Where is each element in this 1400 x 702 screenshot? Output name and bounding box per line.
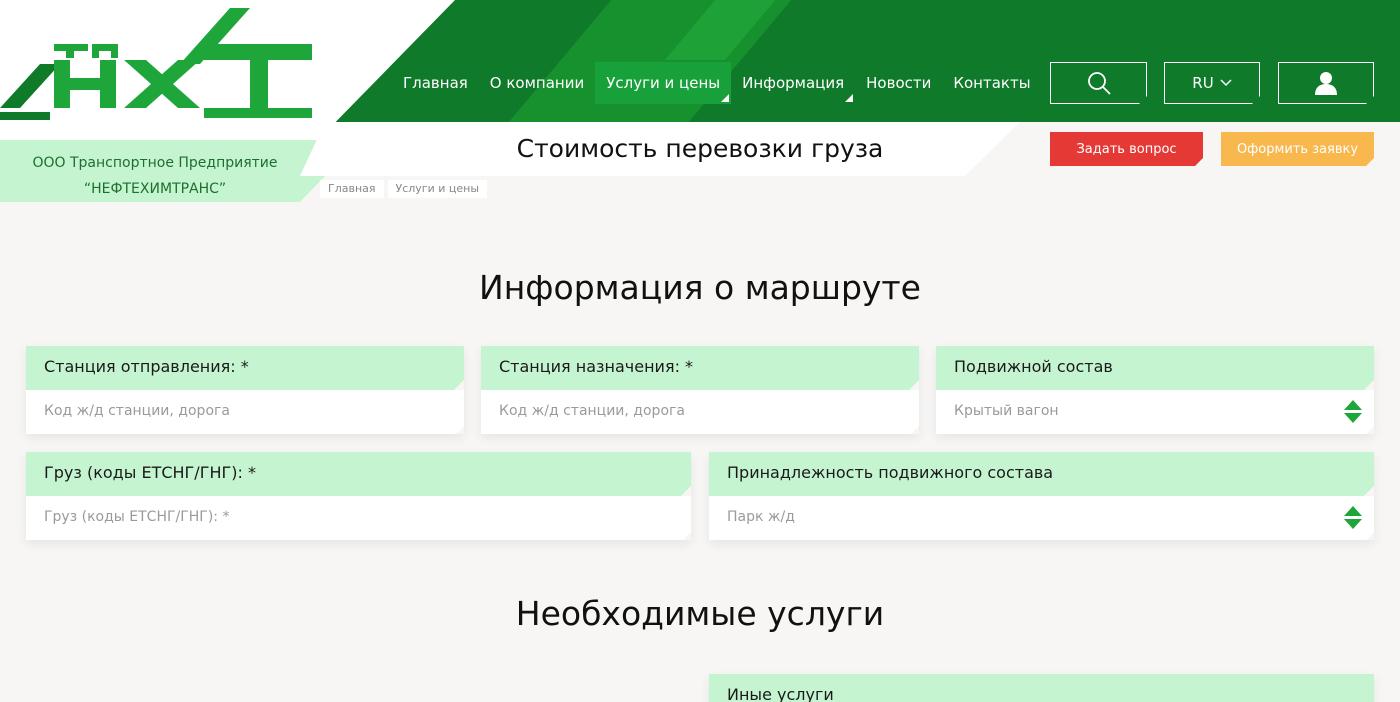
submit-request-button[interactable]: Оформить заявку (1221, 132, 1374, 166)
user-icon (1315, 71, 1337, 95)
field-label: Иные услуги (709, 674, 1374, 702)
chevron-down-icon (1220, 79, 1232, 87)
select-value: Парк ж/д (727, 509, 795, 525)
nav-label: Новости (866, 74, 932, 92)
destination-station-field: Станция назначения: * Код ж/д станции, д… (481, 346, 919, 434)
services-section-title: Необходимые услуги (515, 594, 885, 633)
company-logo[interactable] (0, 8, 320, 128)
field-label: Груз (коды ЕТСНГ/ГНГ): * (26, 452, 691, 496)
breadcrumb-item-services[interactable]: Услуги и цены (387, 180, 488, 198)
cargo-field: Груз (коды ЕТСНГ/ГНГ): * Груз (коды ЕТСН… (26, 452, 691, 540)
search-button[interactable] (1050, 62, 1147, 104)
breadcrumb: Главная Услуги и цены (320, 180, 491, 198)
select-arrows-icon (1344, 506, 1362, 530)
main-nav: Главная О компании Услуги и цены Информа… (392, 62, 1042, 104)
field-label: Станция отправления: * (26, 346, 464, 390)
rolling-stock-field: Подвижной состав Крытый вагон (936, 346, 1374, 434)
select-arrows-icon (1344, 400, 1362, 424)
company-name-line2: “НЕФТЕХИМТРАНС” (83, 181, 227, 197)
nav-label: О компании (489, 74, 585, 92)
ask-question-button[interactable]: Задать вопрос (1050, 132, 1203, 166)
nav-label: Контакты (953, 74, 1031, 92)
nav-label: Главная (403, 74, 468, 92)
language-selector[interactable]: RU (1164, 62, 1260, 104)
nav-item-information[interactable]: Информация (731, 62, 855, 104)
user-account-button[interactable] (1278, 62, 1374, 104)
nav-item-home[interactable]: Главная (392, 62, 479, 104)
rolling-stock-ownership-select[interactable]: Парк ж/д (709, 496, 1374, 540)
company-name: ООО Транспортное Предприятие “НЕФТЕХИМТР… (0, 150, 310, 202)
nav-label: Услуги и цены (606, 74, 721, 92)
company-name-line1: ООО Транспортное Предприятие (32, 155, 278, 171)
departure-station-input[interactable]: Код ж/д станции, дорога (26, 390, 464, 434)
rolling-stock-select[interactable]: Крытый вагон (936, 390, 1374, 434)
nav-label: Информация (742, 74, 845, 92)
route-section-title: Информация о маршруте (479, 268, 921, 307)
nav-item-services[interactable]: Услуги и цены (595, 62, 732, 104)
other-services-field: Иные услуги (709, 674, 1374, 702)
nav-item-contacts[interactable]: Контакты (942, 62, 1041, 104)
breadcrumb-item-home[interactable]: Главная (320, 180, 384, 198)
field-label: Станция назначения: * (481, 346, 919, 390)
submenu-indicator-icon (845, 94, 854, 102)
language-label: RU (1192, 74, 1214, 92)
submenu-indicator-icon (721, 94, 730, 102)
rolling-stock-ownership-field: Принадлежность подвижного состава Парк ж… (709, 452, 1374, 540)
field-label: Принадлежность подвижного состава (709, 452, 1374, 496)
page-title: Стоимость перевозки груза (516, 134, 884, 163)
destination-station-input[interactable]: Код ж/д станции, дорога (481, 390, 919, 434)
search-icon (1086, 70, 1112, 96)
nav-item-news[interactable]: Новости (855, 62, 942, 104)
field-label: Подвижной состав (936, 346, 1374, 390)
select-value: Крытый вагон (954, 403, 1059, 419)
departure-station-field: Станция отправления: * Код ж/д станции, … (26, 346, 464, 434)
nav-item-about[interactable]: О компании (479, 62, 595, 104)
cargo-input[interactable]: Груз (коды ЕТСНГ/ГНГ): * (26, 496, 691, 540)
